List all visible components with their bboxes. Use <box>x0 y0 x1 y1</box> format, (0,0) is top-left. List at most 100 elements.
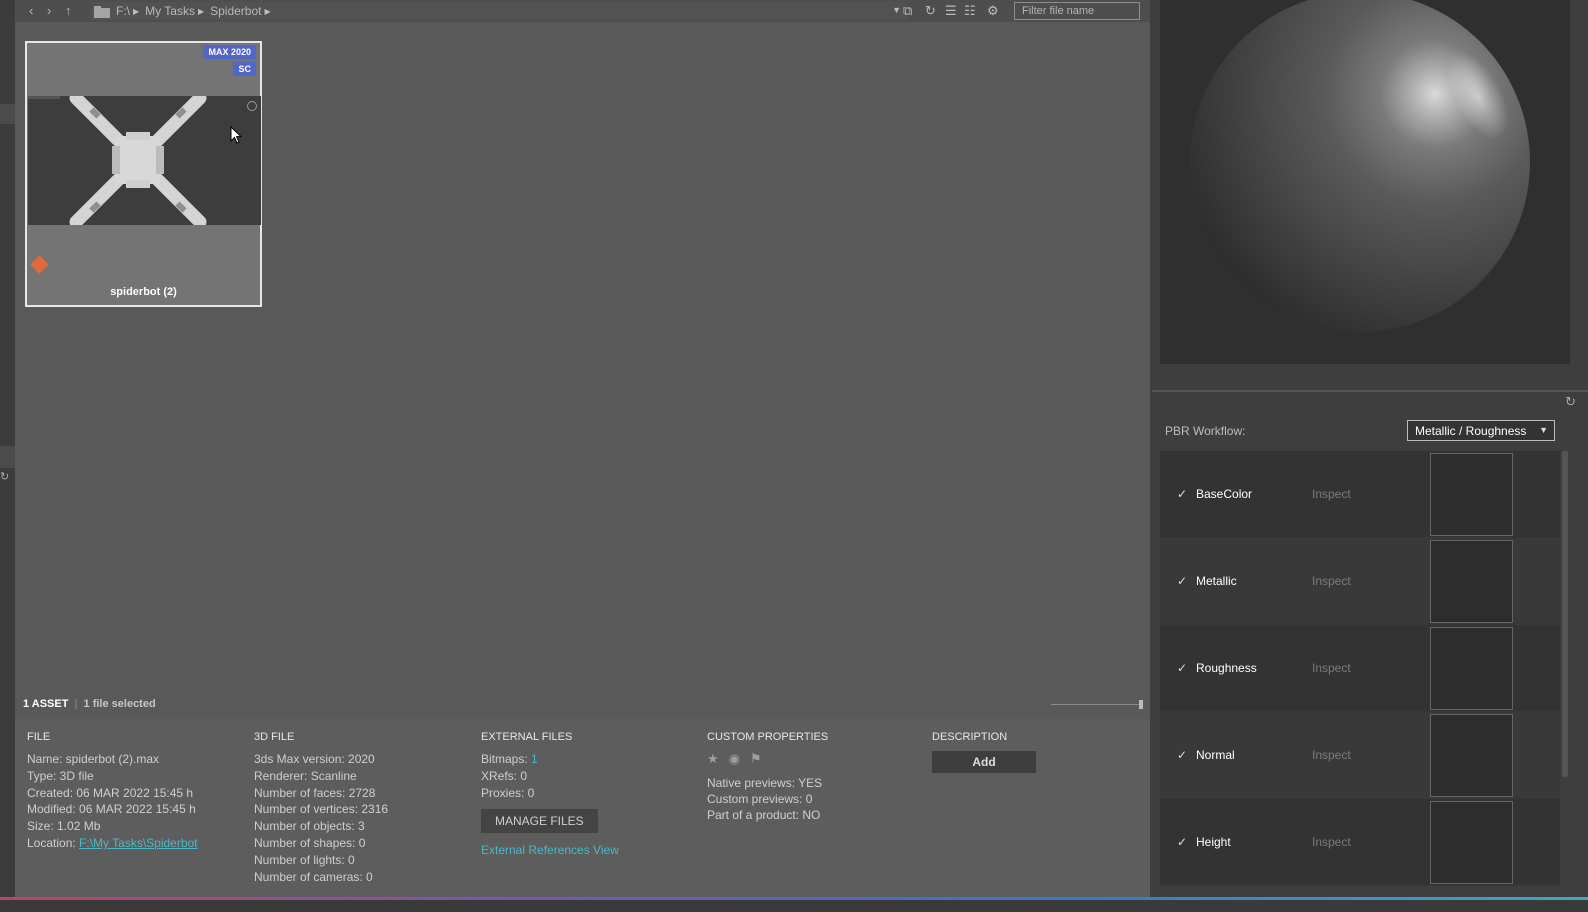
file-type: Type: 3D file <box>27 768 94 783</box>
channel-row-normal: ✓ Normal Inspect <box>1160 712 1560 799</box>
channel-list-scrollbar[interactable] <box>1562 451 1568 777</box>
channel-row-height: ✓ Height Inspect <box>1160 799 1560 886</box>
channel-name: Normal <box>1196 748 1235 762</box>
proxies-count: Proxies: 0 <box>481 785 535 800</box>
bitmaps-label: Bitmaps: <box>481 752 528 766</box>
texture-slot[interactable] <box>1430 453 1513 536</box>
texture-slot[interactable] <box>1430 627 1513 710</box>
tree-view-icon[interactable]: ☰ <box>945 3 957 19</box>
breadcrumb[interactable]: F:\ ▶ My Tasks ▶ Spiderbot ▶ ▼ <box>91 2 907 20</box>
copy-icon[interactable]: ⧉ <box>903 3 912 19</box>
refresh-icon[interactable]: ↻ <box>1565 394 1576 410</box>
tag-icon[interactable]: ⚑ <box>750 751 762 767</box>
section-title: 3D FILE <box>254 731 295 743</box>
check-icon[interactable]: ✓ <box>1177 748 1187 762</box>
location-link[interactable]: F:\My Tasks\Spiderbot <box>79 836 198 850</box>
folder-icon <box>94 5 110 18</box>
star-icon[interactable]: ★ <box>707 751 719 767</box>
manage-files-button[interactable]: MANAGE FILES <box>481 809 598 834</box>
bitmaps-count: Bitmaps: 1 <box>481 751 619 768</box>
section-title: CUSTOM PROPERTIES <box>707 731 829 743</box>
external-files-section: EXTERNAL FILES Bitmaps: 1 XRefs: 0 Proxi… <box>481 731 619 857</box>
external-references-view-link[interactable]: External References View <box>481 843 619 857</box>
check-icon[interactable]: ✓ <box>1177 835 1187 849</box>
xrefs-count: XRefs: 0 <box>481 768 528 783</box>
inspect-button[interactable]: Inspect <box>1312 661 1351 675</box>
left-collapsed-panel: ↻ <box>0 0 15 897</box>
section-title: FILE <box>27 731 51 743</box>
channel-name: BaseColor <box>1196 487 1253 501</box>
inspect-button[interactable]: Inspect <box>1312 748 1351 762</box>
check-icon[interactable]: ✓ <box>1177 661 1187 675</box>
selection-count: 1 file selected <box>83 698 156 710</box>
inspect-button[interactable]: Inspect <box>1312 487 1351 501</box>
light-count: Number of lights: 0 <box>254 852 355 867</box>
check-icon[interactable]: ✓ <box>1177 487 1187 501</box>
panel-marker[interactable] <box>0 446 15 468</box>
asset-name: spiderbot (2) <box>110 286 177 298</box>
material-panel: ↻ PBR Workflow: Metallic / Roughness ▼ ✓… <box>1152 0 1588 897</box>
inspect-button[interactable]: Inspect <box>1312 835 1351 849</box>
refresh-icon[interactable]: ↻ <box>0 470 15 490</box>
window-bottom-edge <box>0 900 1588 912</box>
3d-file-section: 3D FILE 3ds Max version: 2020 Renderer: … <box>254 731 388 885</box>
texture-slot[interactable] <box>1430 714 1513 797</box>
asset-card[interactable]: MAX 2020 SC spiderbot (2) <box>25 41 262 307</box>
spiderbot-preview-image <box>28 96 261 225</box>
material-preview <box>1160 0 1570 364</box>
chevron-right-icon: ▶ <box>197 6 205 16</box>
chevron-down-icon: ▼ <box>1539 425 1548 435</box>
pbr-workflow-value: Metallic / Roughness <box>1415 424 1527 438</box>
shape-count: Number of shapes: 0 <box>254 835 366 850</box>
thumbnail-size-slider[interactable] <box>1051 700 1143 709</box>
gear-icon[interactable]: ⚙ <box>987 3 999 19</box>
back-icon[interactable]: ‹ <box>29 3 33 18</box>
filter-file-name-input[interactable] <box>1014 2 1140 20</box>
face-count: Number of faces: 2728 <box>254 785 376 800</box>
add-description-button[interactable]: Add <box>932 751 1036 773</box>
vertex-count: Number of vertices: 2316 <box>254 802 389 817</box>
record-icon[interactable] <box>247 101 257 111</box>
texture-slot[interactable] <box>1430 540 1513 623</box>
chevron-right-icon: ▶ <box>264 6 271 16</box>
pbr-workflow-label: PBR Workflow: <box>1165 424 1246 438</box>
bitmaps-value[interactable]: 1 <box>531 752 538 766</box>
refresh-icon[interactable]: ↻ <box>925 3 936 19</box>
renderer-badge: SC <box>233 62 256 76</box>
file-section: FILE Name: spiderbot (2).max Type: 3D fi… <box>27 731 198 852</box>
material-sphere <box>1190 0 1530 332</box>
asset-count: 1 ASSET <box>23 698 69 710</box>
channel-row-roughness: ✓ Roughness Inspect <box>1160 625 1560 712</box>
location-label: Location: <box>27 835 76 850</box>
check-icon[interactable]: ✓ <box>1177 574 1187 588</box>
file-location: Location: F:\My Tasks\Spiderbot <box>27 835 198 852</box>
divider <box>1152 390 1588 392</box>
file-size: Size: 1.02 Mb <box>27 819 101 834</box>
breadcrumb-item[interactable]: My Tasks <box>145 4 195 18</box>
camera-count: Number of cameras: 0 <box>254 869 373 884</box>
channel-name: Height <box>1196 835 1231 849</box>
custom-properties-section: CUSTOM PROPERTIES ★ ◉ ⚑ Native previews:… <box>707 731 828 823</box>
pbr-workflow-select[interactable]: Metallic / Roughness ▼ <box>1407 420 1555 441</box>
texture-slot[interactable] <box>1430 801 1513 884</box>
file-name: Name: spiderbot (2).max <box>27 752 160 766</box>
inspect-button[interactable]: Inspect <box>1312 574 1351 588</box>
version-badge: MAX 2020 <box>203 45 256 59</box>
forward-icon[interactable]: › <box>47 3 51 18</box>
slider-handle[interactable] <box>1139 700 1143 709</box>
section-title: DESCRIPTION <box>932 731 1008 743</box>
up-arrow-icon[interactable]: ↑ <box>65 3 72 18</box>
file-created: Created: 06 MAR 2022 15:45 h <box>27 785 194 800</box>
custom-previews: Custom previews: 0 <box>707 792 813 806</box>
file-info-panel: FILE Name: spiderbot (2).max Type: 3D fi… <box>15 719 1150 897</box>
chevron-down-icon[interactable]: ▼ <box>892 5 901 15</box>
layers-icon[interactable]: ☷ <box>964 3 976 19</box>
panel-marker[interactable] <box>0 104 15 124</box>
3dsmax-file-type-icon <box>30 255 49 274</box>
eye-icon[interactable]: ◉ <box>729 751 740 767</box>
file-modified: Modified: 06 MAR 2022 15:45 h <box>27 802 196 817</box>
breadcrumb-item[interactable]: F:\ <box>116 4 130 18</box>
channel-row-basecolor: ✓ BaseColor Inspect <box>1160 451 1560 538</box>
breadcrumb-item[interactable]: Spiderbot <box>210 4 261 18</box>
manage-files-wrap: MANAGE FILES <box>481 809 619 834</box>
